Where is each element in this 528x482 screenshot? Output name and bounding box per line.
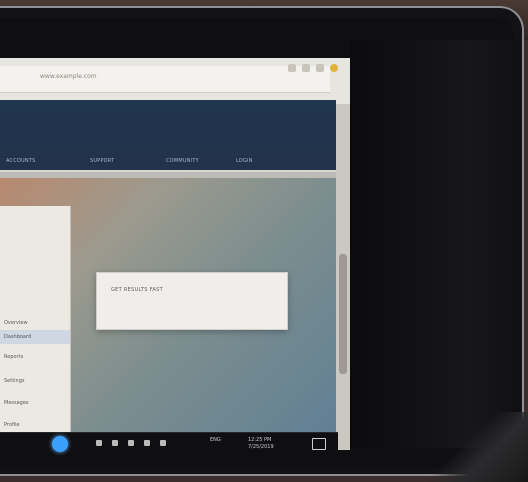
keyboard-icon[interactable] [160,440,166,446]
nav-link[interactable]: LOGIN [236,158,253,164]
nav-link[interactable]: ACCOUNTS [6,158,35,164]
extension-icons [288,64,338,72]
extension-icon[interactable] [288,64,296,72]
extension-icon[interactable] [302,64,310,72]
address-text: www.example.com [40,73,97,80]
taskbar: ENG 12:25 PM 7/25/2019 [0,432,338,455]
scroll-thumb[interactable] [339,254,347,374]
network-icon[interactable] [112,440,118,446]
chevron-up-icon[interactable] [96,440,102,446]
left-panel: Overview Dashboard Reports Settings Mess… [0,206,71,450]
desk-glint [418,412,528,482]
page-content: Overview Dashboard Reports Settings Mess… [0,178,336,450]
volume-icon[interactable] [128,440,134,446]
list-item-label: Settings [4,378,25,384]
list-item-label: Dashboard [4,334,32,340]
list-item-label: Reports [4,354,24,360]
start-icon[interactable] [52,436,68,452]
bezel-right [350,40,520,448]
time-text[interactable]: 12:25 PM [248,437,271,443]
extension-icon[interactable] [330,64,338,72]
list-item-label: Profile [4,422,20,428]
list-item[interactable]: Overview [0,316,70,330]
notification-icon[interactable] [312,438,326,450]
date-text[interactable]: 7/25/2019 [248,444,274,450]
nav-link[interactable]: SUPPORT [90,158,114,164]
language-text[interactable]: ENG [210,437,221,443]
battery-icon[interactable] [144,440,150,446]
list-item-label: Messages [4,400,29,406]
address-bar[interactable]: www.example.com [0,66,330,93]
promo-card-text: GET RESULTS FAST [111,287,163,293]
extension-icon[interactable] [316,64,324,72]
list-item[interactable]: Reports [0,350,70,364]
screen: www.example.com ACCOUNTS SUPPORT COMMUNI… [0,58,350,450]
browser-chrome: www.example.com [0,58,350,104]
list-item[interactable]: Messages [0,396,70,410]
site-nav: ACCOUNTS SUPPORT COMMUNITY LOGIN [0,158,336,168]
promo-card[interactable]: GET RESULTS FAST [96,272,288,330]
scrollbar[interactable] [336,104,350,450]
list-item[interactable]: Profile [0,418,70,432]
list-item[interactable]: Dashboard [0,330,70,344]
list-item-label: Overview [4,320,28,326]
nav-link[interactable]: COMMUNITY [166,158,199,164]
list-item[interactable]: Settings [0,374,70,388]
